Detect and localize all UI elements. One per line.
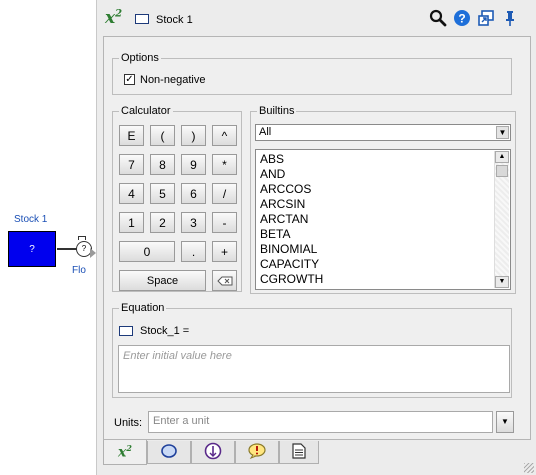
tab-info[interactable]	[191, 441, 235, 464]
entity-name[interactable]: Stock 1	[156, 14, 193, 26]
options-title: Options	[119, 52, 161, 64]
tab-document[interactable]	[279, 441, 319, 464]
style-tab-icon	[159, 443, 179, 462]
builtin-item[interactable]: CGROWTH	[260, 272, 323, 286]
tab-style[interactable]	[147, 441, 191, 464]
units-label: Units:	[114, 417, 143, 429]
calc-key[interactable]: -	[212, 212, 237, 233]
scroll-up-icon[interactable]: ▲	[495, 151, 509, 163]
equation-label: Stock_1 =	[140, 325, 190, 337]
builtins-category-value: All	[259, 126, 272, 138]
properties-panel: x2 Stock 1 ? Options ✓ Non-negative Calc…	[96, 0, 536, 475]
builtins-title: Builtins	[257, 105, 297, 117]
stock-type-icon	[119, 326, 133, 336]
flow-valve-cap	[78, 236, 86, 240]
svg-text:?: ?	[458, 12, 465, 26]
equation-mode-icon: x2	[105, 8, 123, 28]
calc-key[interactable]: +	[212, 241, 237, 262]
calculator-title: Calculator	[119, 105, 173, 117]
model-canvas[interactable]: Stock 1 ? ? Flo	[0, 0, 92, 475]
calc-key[interactable]: 8	[150, 154, 175, 175]
calc-key[interactable]: 2	[150, 212, 175, 233]
builtin-item[interactable]: CAPACITY	[260, 257, 319, 271]
calc-key[interactable]: .	[181, 241, 206, 262]
panel-body: Options ✓ Non-negative Calculator E () ^ 7 8…	[103, 36, 531, 440]
calc-key[interactable]: 3	[181, 212, 206, 233]
stock-type-icon	[135, 14, 149, 24]
resize-grip-icon[interactable]	[524, 463, 534, 473]
calc-key[interactable]: 5	[150, 183, 175, 204]
non-negative-label[interactable]: Non-negative	[140, 74, 205, 86]
backspace-icon	[216, 276, 232, 285]
scroll-down-icon[interactable]: ▼	[495, 276, 509, 288]
builtin-item[interactable]: ARCTAN	[260, 212, 308, 226]
builtin-item[interactable]: ARCSIN	[260, 197, 305, 211]
space-button[interactable]: Space	[119, 270, 206, 291]
search-icon[interactable]	[429, 9, 447, 27]
equation-input[interactable]: Enter initial value here	[118, 345, 510, 393]
calc-key[interactable]: (	[150, 125, 175, 146]
calc-key[interactable]: /	[212, 183, 237, 204]
pin-icon[interactable]	[501, 9, 519, 27]
stock-shape[interactable]: ?	[8, 231, 56, 267]
builtin-item[interactable]: ARCCOS	[260, 182, 311, 196]
header-toolbar: ?	[429, 9, 519, 27]
navigate-icon[interactable]	[477, 9, 495, 27]
stock-value: ?	[29, 243, 35, 255]
calc-key[interactable]: *	[212, 154, 237, 175]
builtins-scrollbar[interactable]: ▲ ▼	[494, 151, 509, 288]
document-tab-icon	[292, 442, 306, 462]
calculator-group: Calculator E () ^ 7 8 9 * 4 5 6 / 1 2 3- 0. + Space	[112, 105, 242, 292]
calc-key[interactable]: E	[119, 125, 144, 146]
builtin-item[interactable]: BETA	[260, 227, 290, 241]
chevron-down-icon[interactable]: ▼	[496, 126, 509, 139]
equation-tab-icon: x2	[118, 443, 132, 461]
builtin-item[interactable]: ABS	[260, 152, 284, 166]
calc-key[interactable]: 4	[119, 183, 144, 204]
builtin-item[interactable]: AND	[260, 167, 285, 181]
builtins-group: Builtins All ▼ ABS AND ARCCOS ARCSIN ARCTAN B…	[250, 105, 516, 294]
equation-group: Equation Stock_1 = Enter initial value h…	[112, 302, 512, 398]
equation-title: Equation	[119, 302, 167, 314]
calc-key[interactable]: ^	[212, 125, 237, 146]
calc-key[interactable]: 9	[181, 154, 206, 175]
options-group: Options ✓ Non-negative	[112, 52, 512, 95]
calc-key[interactable]: )	[181, 125, 206, 146]
builtins-list[interactable]: ABS AND ARCCOS ARCSIN ARCTAN BETA BINOMIAL CAPA…	[255, 149, 511, 290]
backspace-button[interactable]	[212, 270, 237, 291]
info-tab-icon	[203, 442, 223, 463]
calc-key[interactable]: 7	[119, 154, 144, 175]
help-icon[interactable]: ?	[453, 9, 471, 27]
tab-warning[interactable]	[235, 441, 279, 464]
flow-label[interactable]: Flo	[72, 265, 86, 276]
scrollbar-thumb[interactable]	[496, 165, 508, 177]
stock-label[interactable]: Stock 1	[14, 214, 47, 225]
warning-tab-icon	[247, 442, 267, 462]
units-input[interactable]: Enter a unit	[148, 411, 493, 433]
units-dropdown-icon[interactable]: ▼	[496, 411, 514, 433]
calc-key[interactable]: 1	[119, 212, 144, 233]
builtins-category-select[interactable]: All ▼	[255, 124, 511, 141]
tab-equation[interactable]: x2	[103, 440, 147, 465]
panel-header: x2 Stock 1 ?	[97, 0, 536, 36]
builtin-item[interactable]: BINOMIAL	[260, 242, 317, 256]
calc-key[interactable]: 0	[119, 241, 175, 262]
non-negative-checkbox[interactable]: ✓	[124, 74, 135, 85]
calc-key[interactable]: 6	[181, 183, 206, 204]
